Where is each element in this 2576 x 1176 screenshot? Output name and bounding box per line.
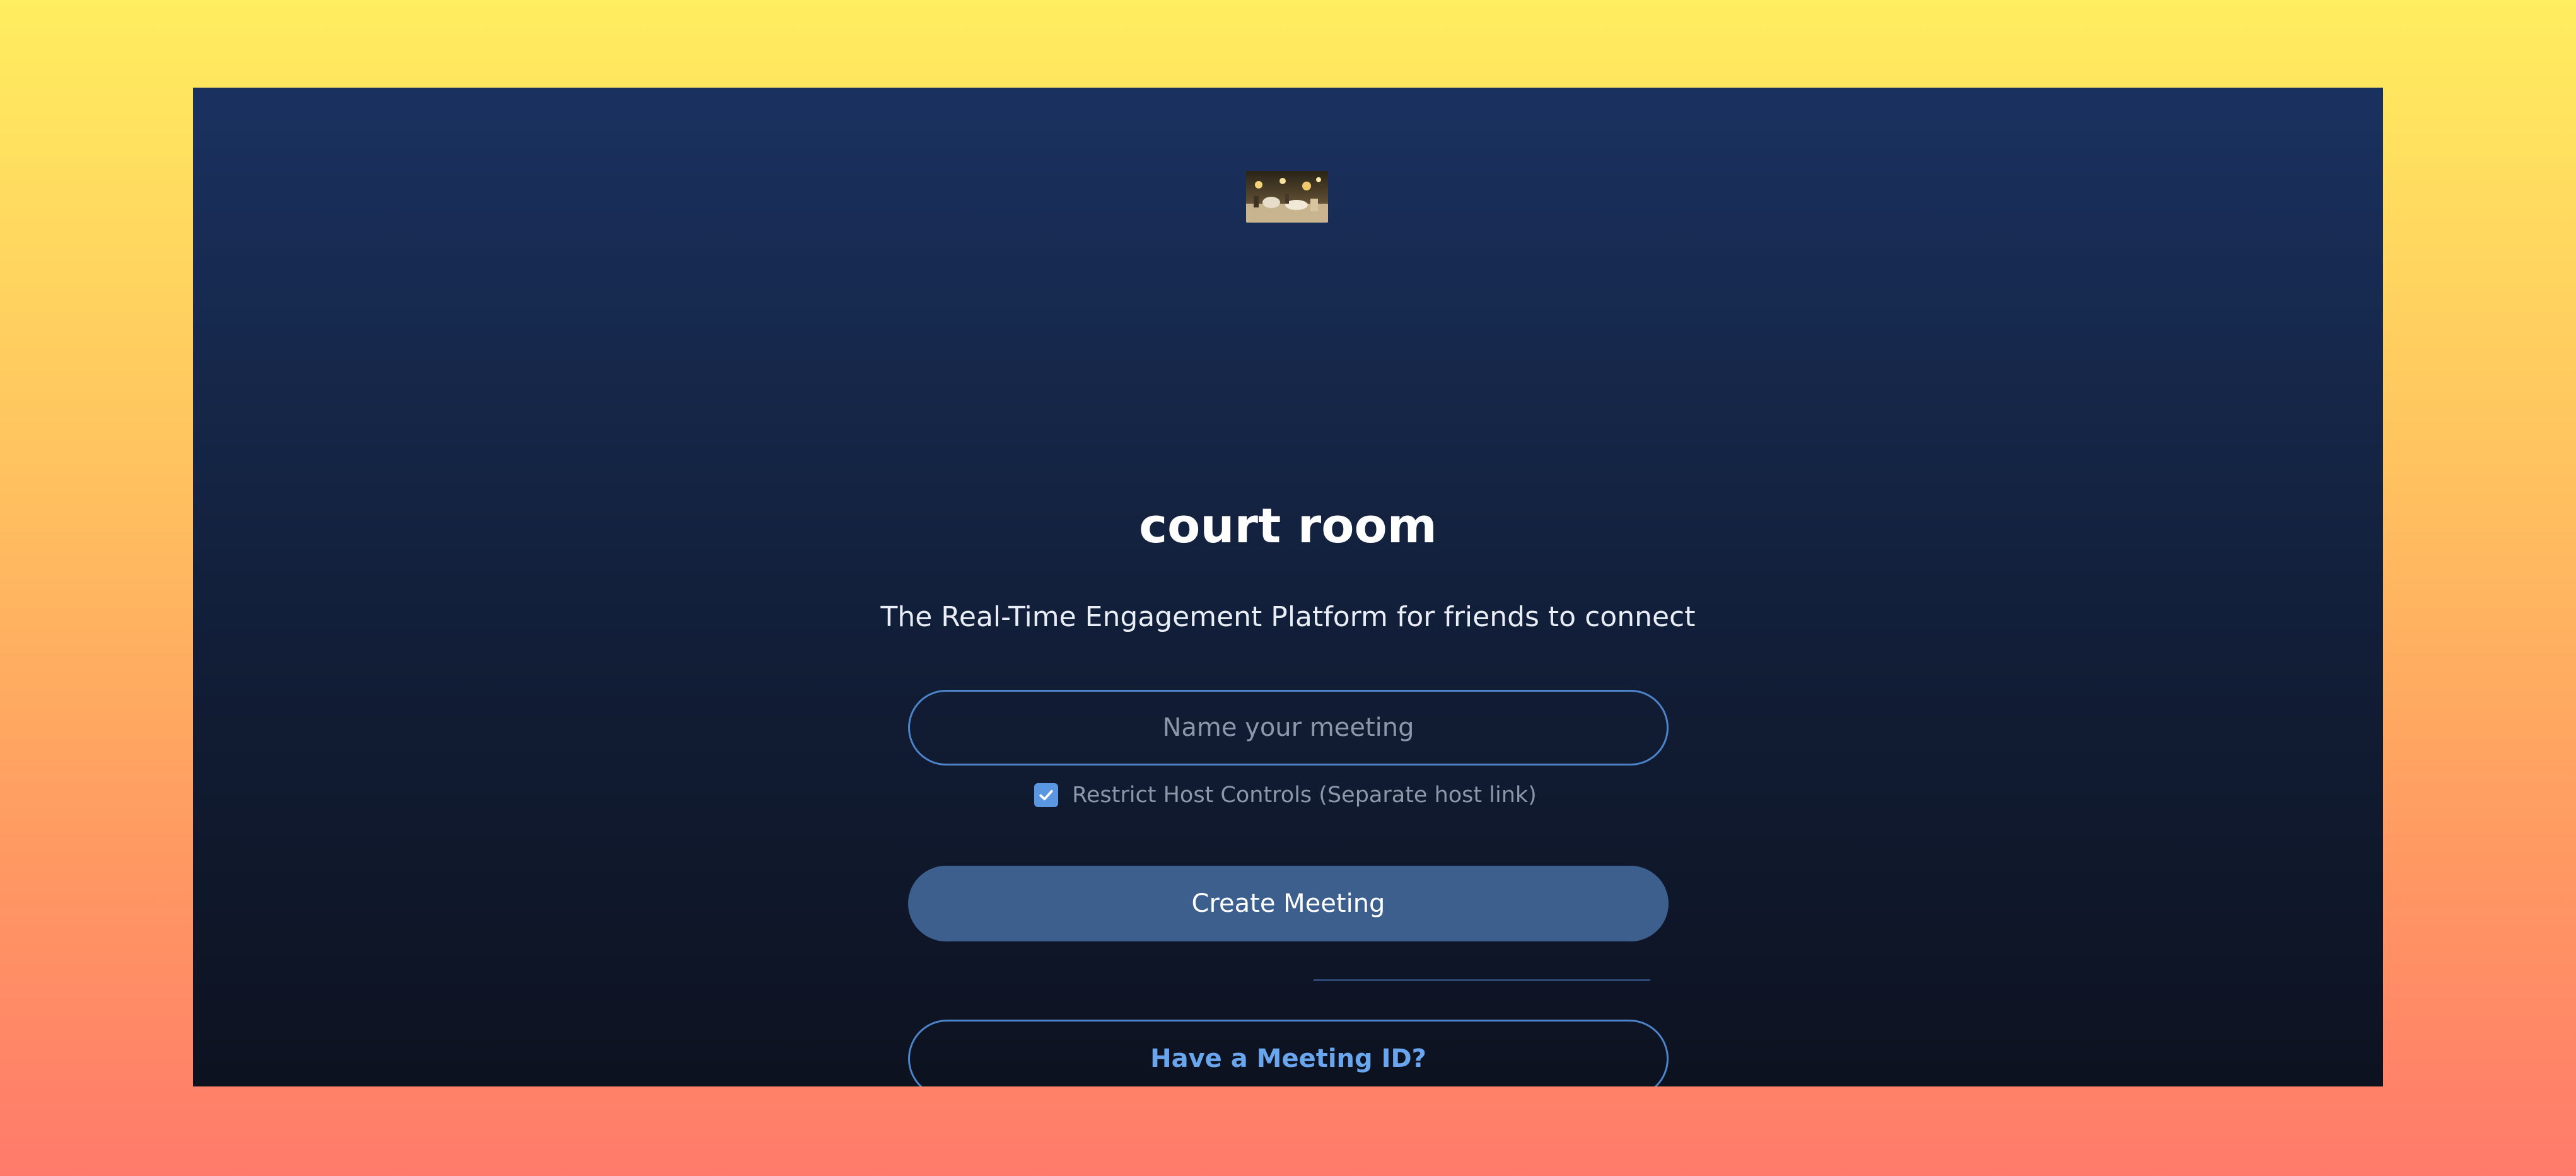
page-title: court room	[1139, 498, 1437, 554]
create-meeting-button[interactable]: Create Meeting	[908, 866, 1669, 941]
logo-image	[1246, 171, 1328, 223]
page-subtitle: The Real-Time Engagement Platform for fr…	[880, 601, 1696, 633]
restrict-host-controls-checkbox[interactable]	[1034, 783, 1059, 807]
meeting-photo-icon	[1246, 171, 1328, 223]
have-meeting-id-button[interactable]: Have a Meeting ID?	[908, 1020, 1669, 1086]
meeting-name-input[interactable]	[908, 690, 1669, 766]
restrict-host-controls-row[interactable]: Restrict Host Controls (Separate host li…	[193, 781, 2383, 809]
app-window: court room The Real-Time Engagement Plat…	[193, 88, 2383, 1086]
restrict-host-controls-label: Restrict Host Controls (Separate host li…	[1072, 783, 1537, 808]
divider	[1314, 979, 1650, 981]
check-icon	[1039, 789, 1053, 801]
